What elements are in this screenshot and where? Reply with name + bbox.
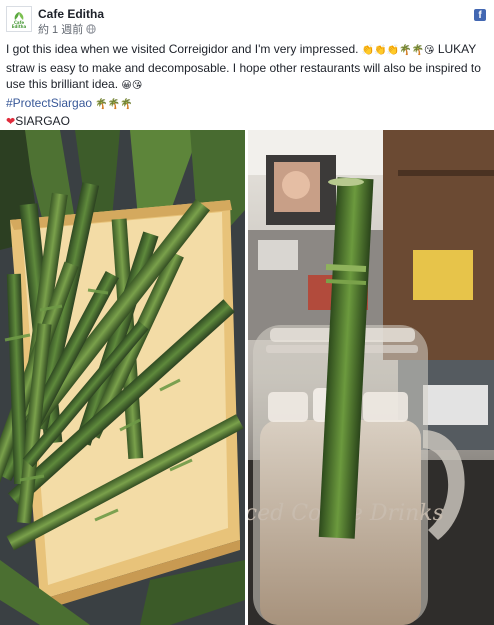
post-line-1: I got this idea when we visited Correigi… [6,41,490,60]
avatar-logo: Cafe Editha [9,11,29,29]
photo-iced-coffee[interactable]: Iced Coffee Drinks [248,130,494,625]
post-message: I got this idea when we visited Correigi… [6,41,490,131]
heart-icon: ❤ [6,116,16,128]
post-header: Cafe Editha Cafe Editha 約 1 週前 f [0,0,494,40]
smile-emoji-icon: 😀😘 [121,80,143,91]
location-line: ❤SIARGAO [6,113,490,131]
page-name-link[interactable]: Cafe Editha [38,7,104,21]
post-line-1-tail: LUKAY [434,42,477,56]
photo-lukay-straws[interactable] [0,130,245,625]
lukay-straws-image [0,130,245,625]
hashtag-link[interactable]: #ProtectSiargao [6,96,92,110]
facebook-icon[interactable]: f [474,9,486,21]
timestamp-text: 約 1 週前 [38,24,84,36]
clap-palm-emoji-icon: 👏👏👏🌴🌴😘 [361,45,435,56]
post-line-2: straw is easy to make and decomposable. … [6,60,481,75]
avatar-text: Cafe Editha [11,20,27,29]
hashtag-line: #ProtectSiargao 🌴🌴🌴 [6,95,490,114]
page-avatar[interactable]: Cafe Editha [6,6,32,32]
palm-tree-emoji-icon: 🌴🌴🌴 [95,98,133,110]
post-line-3: use this brilliant idea. 😀😘 [6,76,490,95]
post-timestamp[interactable]: 約 1 週前 [38,21,96,37]
post-line-3-text: use this brilliant idea. [6,77,119,91]
post-line-1-text: I got this idea when we visited Correigi… [6,42,359,56]
location-text: SIARGAO [15,114,70,128]
iced-coffee-image: Iced Coffee Drinks [248,130,494,625]
globe-icon [86,24,96,34]
